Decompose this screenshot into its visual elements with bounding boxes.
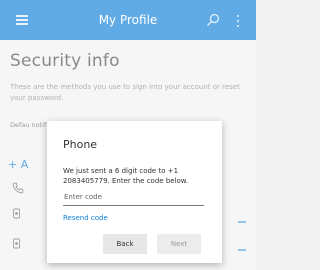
dialog-message: We just sent a 6 digit code to +1 208340…	[63, 167, 189, 185]
verification-code-input[interactable]	[63, 189, 204, 206]
next-button[interactable]: Next	[157, 234, 201, 254]
app-screen: My Profile Security info These are the m…	[0, 0, 256, 270]
resend-code-link[interactable]: Resend code	[63, 214, 108, 222]
back-button[interactable]: Back	[103, 234, 147, 254]
dialog-title: Phone	[63, 138, 98, 151]
phone-verification-dialog: Phone We just sent a 6 digit code to +1 …	[47, 121, 222, 263]
